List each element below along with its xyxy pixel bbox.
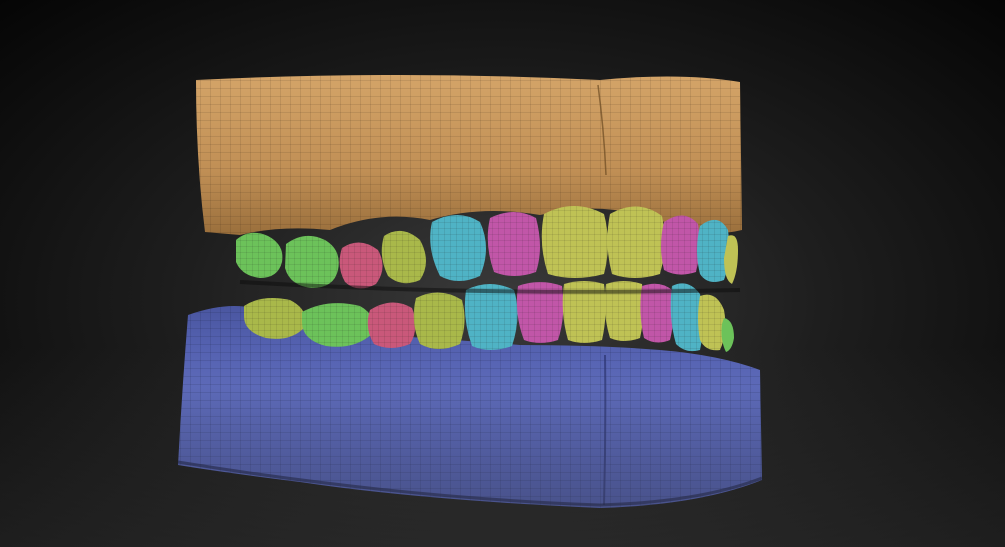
- upper-tooth-premolar-left-2: [381, 230, 426, 284]
- upper-tooth-central-incisor-left: [541, 206, 608, 278]
- lower-tooth-premolar-left-2: [413, 292, 465, 349]
- lower-tooth-premolar-left-1: [367, 302, 416, 348]
- lower-tooth-molar-left-2: [302, 303, 374, 347]
- lower-tooth-premolar-right: [698, 294, 726, 351]
- upper-tooth-premolar-left-1: [339, 242, 383, 289]
- upper-tooth-molar-left-2: [285, 235, 339, 288]
- upper-tooth-canine-left: [430, 215, 486, 281]
- 3d-viewport[interactable]: [0, 0, 1005, 547]
- upper-tooth-lateral-incisor-left: [487, 212, 540, 276]
- lower-tooth-molar-right: [721, 318, 734, 352]
- upper-gum: [196, 75, 742, 235]
- lower-tooth-canine-left: [464, 284, 518, 350]
- dental-model-render: [177, 75, 763, 508]
- upper-tooth-molar-left-1: [236, 232, 283, 278]
- upper-tooth-canine-right: [697, 219, 730, 282]
- upper-tooth-central-incisor-right: [607, 206, 665, 278]
- upper-tooth-lateral-incisor-right: [661, 215, 700, 275]
